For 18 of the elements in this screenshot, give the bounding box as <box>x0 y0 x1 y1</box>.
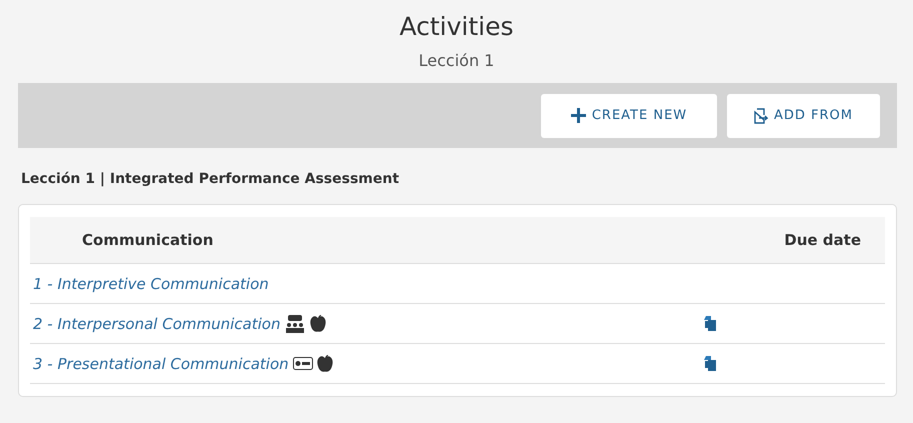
apple-icon <box>310 315 326 332</box>
activity-link[interactable]: 1 - Interpretive Communication <box>33 274 269 292</box>
activity-link[interactable]: 2 - Interpersonal Communication <box>33 314 280 332</box>
page-subtitle: Lección 1 <box>418 51 494 70</box>
recording-icon <box>292 357 313 370</box>
create-new-button[interactable]: CREATE NEW <box>541 94 717 138</box>
copy-icon[interactable] <box>703 316 716 331</box>
page-title: Activities <box>399 12 514 41</box>
copy-icon[interactable] <box>703 356 716 371</box>
document-import-icon <box>754 108 768 124</box>
add-from-button[interactable]: ADD FROM <box>727 94 880 138</box>
group-chat-icon <box>284 314 306 332</box>
plus-icon <box>570 108 586 123</box>
apple-icon <box>316 355 333 372</box>
column-header: Communication <box>81 231 214 249</box>
activity-link[interactable]: 3 - Presentational Communication <box>33 354 289 372</box>
column-header: Due date <box>784 231 862 249</box>
section-title: Lección 1 | Integrated Performance Assessment <box>21 171 400 187</box>
